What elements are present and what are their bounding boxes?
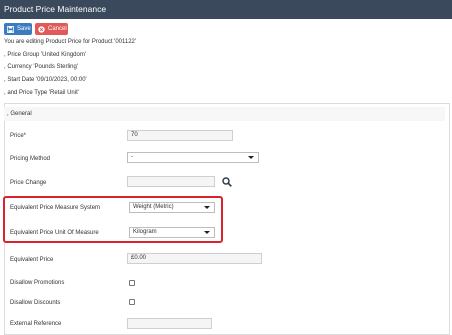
- cancel-circle-icon: [38, 25, 45, 33]
- price-label: Price*: [10, 133, 27, 139]
- disallow-discounts-checkbox[interactable]: [129, 299, 135, 305]
- price-input[interactable]: 70: [127, 130, 233, 141]
- price-change-label: Price Change: [10, 180, 47, 186]
- save-button-label: Save: [17, 26, 31, 32]
- equivalent-price-label: Equivalent Price: [10, 257, 54, 263]
- price-change-input[interactable]: [127, 176, 215, 187]
- save-button[interactable]: Save: [4, 23, 32, 35]
- pricing-method-select[interactable]: -: [127, 152, 259, 163]
- cancel-button-label: Cancel: [48, 26, 67, 32]
- disallow-promotions-label: Disallow Promotions: [10, 280, 65, 286]
- start-date-info: , Start Date '09/10/2023, 00:00': [4, 77, 87, 83]
- chevron-down-icon: [248, 156, 254, 159]
- highlight-box: [3, 196, 223, 243]
- disallow-discounts-label: Disallow Discounts: [10, 300, 61, 306]
- external-reference-input[interactable]: [127, 318, 212, 329]
- floppy-disk-icon: [7, 25, 14, 33]
- price-type-info: , and Price Type 'Retail Unit': [4, 90, 79, 96]
- price-group-info: , Price Group 'United Kingdom': [4, 52, 86, 58]
- disallow-promotions-checkbox[interactable]: [129, 280, 135, 286]
- external-reference-label: External Reference: [10, 321, 62, 327]
- pricing-method-label: Pricing Method: [10, 156, 51, 162]
- search-icon[interactable]: [222, 177, 232, 187]
- cancel-button[interactable]: Cancel: [35, 23, 68, 35]
- equivalent-price-field: £0.00: [127, 253, 262, 264]
- currency-info: , Currency 'Pounds Sterling': [4, 64, 78, 70]
- editing-info: You are editing Product Price for Produc…: [4, 39, 137, 45]
- window-title: Product Price Maintenance: [0, 0, 452, 19]
- general-section-header[interactable]: , General: [4, 107, 445, 121]
- pricing-method-value: -: [131, 154, 133, 160]
